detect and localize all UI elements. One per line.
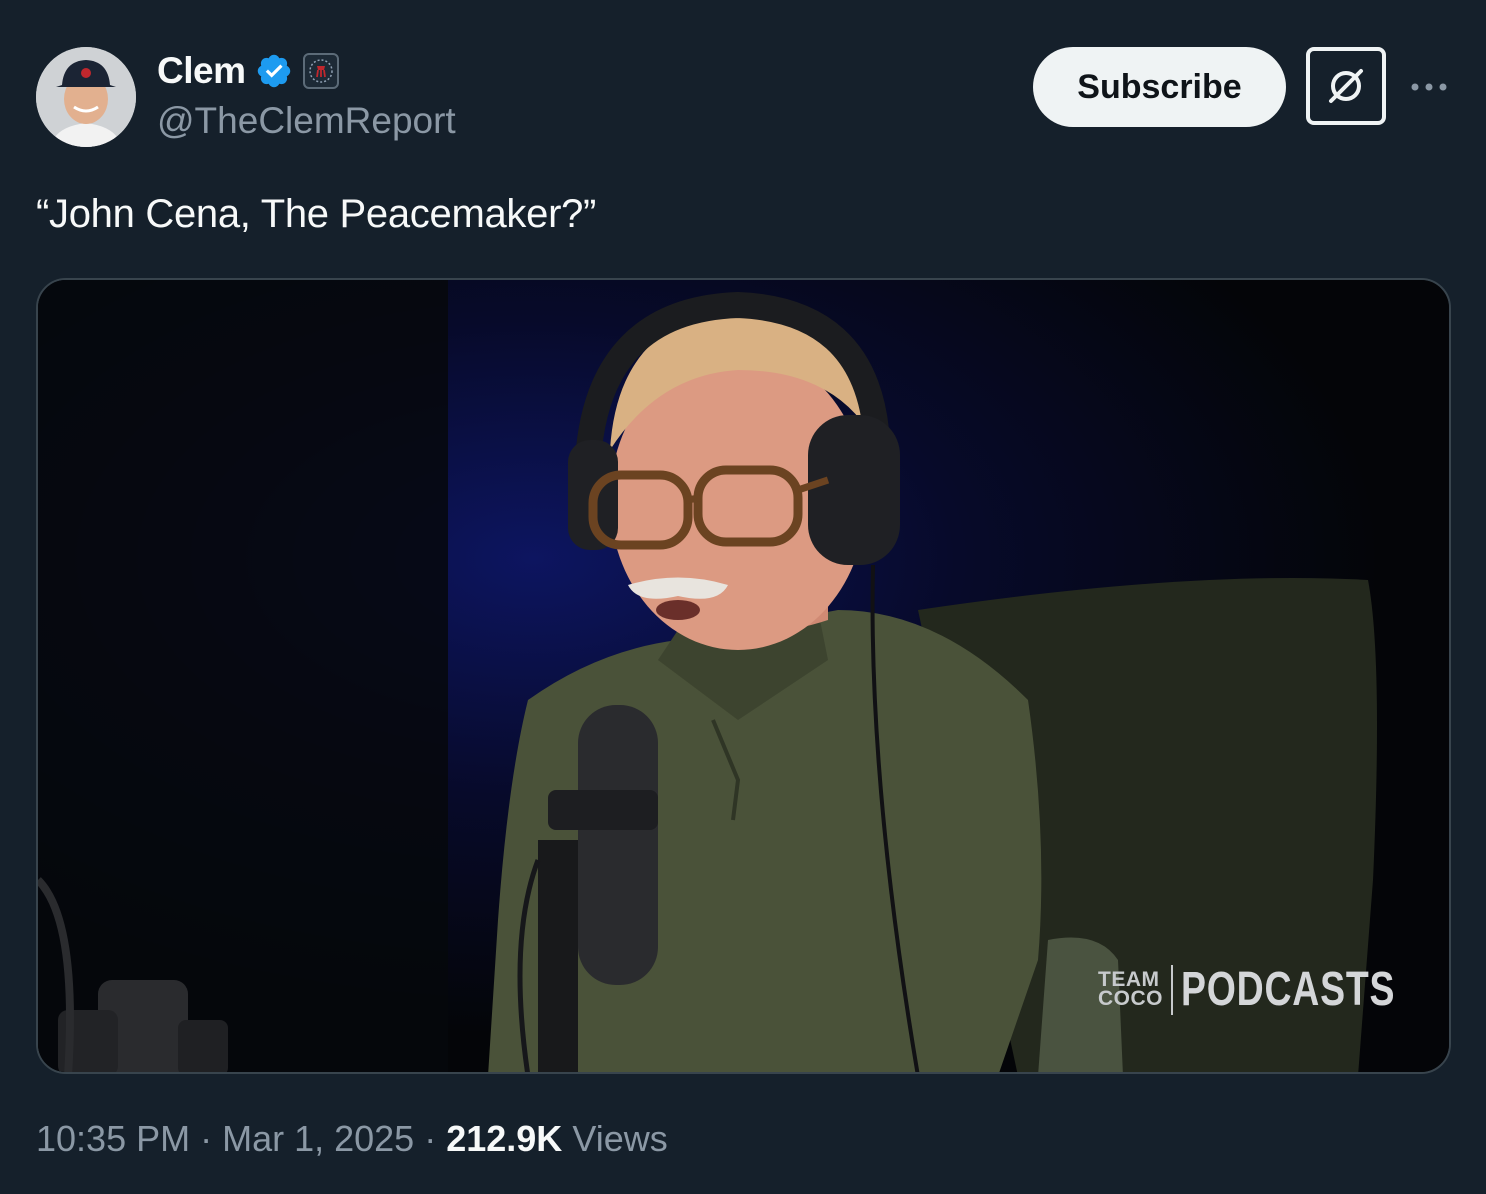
watermark-team-coco: TEAM COCO [1098, 967, 1163, 1010]
watermark-divider [1171, 964, 1173, 1015]
video-player[interactable]: TEAM COCO PODCASTS [36, 278, 1451, 1074]
more-options-button[interactable] [1404, 62, 1454, 112]
tweet-text: “John Cena, The Peacemaker?” [36, 192, 597, 236]
tweet-meta: 10:35 PM · Mar 1, 2025 · 212.9K Views [36, 1118, 668, 1160]
display-name[interactable]: Clem [157, 50, 246, 92]
meta-separator: · [424, 1118, 437, 1159]
more-dots-icon [1411, 83, 1447, 91]
author-handle[interactable]: @TheClemReport [157, 100, 456, 142]
avatar[interactable] [36, 47, 136, 147]
views-label: Views [572, 1118, 668, 1159]
views-count[interactable]: 212.9K [446, 1118, 562, 1159]
author-name-row: Clem [157, 50, 340, 92]
verified-badge-icon[interactable] [255, 52, 293, 90]
team-coco-podcasts-watermark: TEAM COCO PODCASTS [1098, 962, 1449, 1017]
video-frame [38, 280, 1449, 1072]
grok-button[interactable] [1306, 47, 1386, 125]
grok-icon [1329, 69, 1363, 103]
meta-separator: · [200, 1118, 213, 1159]
tweet-time[interactable]: 10:35 PM [36, 1118, 190, 1160]
tweet: Clem @TheClemReport Subscribe “John Cena… [0, 0, 1486, 1194]
subscribe-button[interactable]: Subscribe [1033, 47, 1286, 127]
tweet-date[interactable]: Mar 1, 2025 [222, 1118, 414, 1160]
watermark-podcasts: PODCASTS [1181, 963, 1396, 1016]
barstool-logo-icon[interactable] [303, 53, 340, 89]
